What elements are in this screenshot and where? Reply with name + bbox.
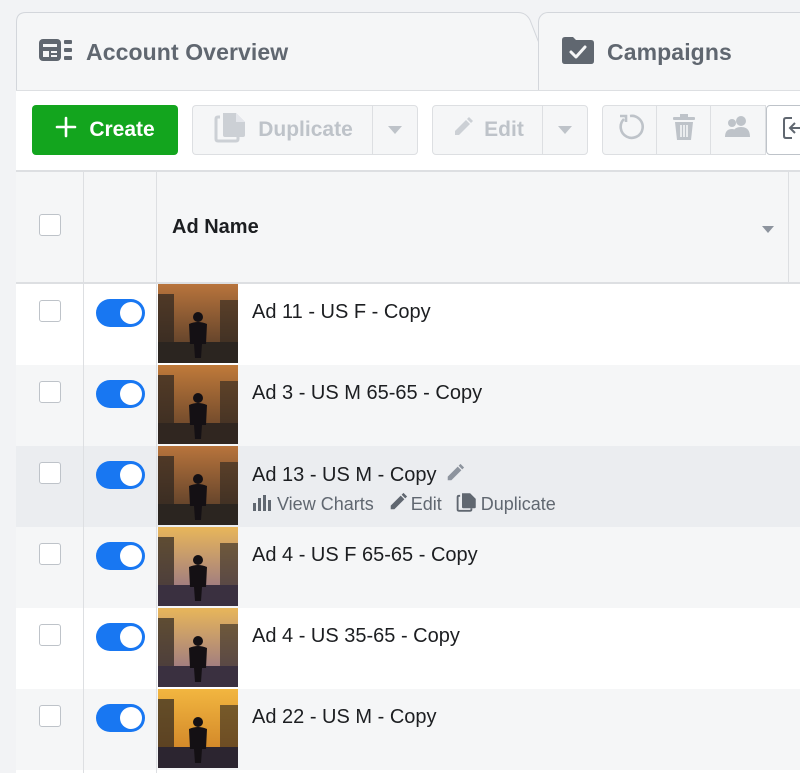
pencil-icon: [388, 492, 408, 517]
table-row[interactable]: Ad 13 - US M - Copy View Charts Edit Duplic…: [16, 446, 800, 527]
row-checkbox[interactable]: [39, 624, 61, 646]
pencil-icon: [452, 116, 474, 144]
ad-status-toggle[interactable]: [96, 461, 145, 489]
row-checkbox[interactable]: [39, 543, 61, 565]
ad-status-toggle[interactable]: [96, 299, 145, 327]
column-header-ad-name[interactable]: Ad Name: [172, 216, 259, 239]
view-charts-link[interactable]: View Charts: [252, 493, 374, 516]
ads-table: Ad Name Ad 11 - US F - Copy Ad 3 - US M 6…: [16, 170, 800, 773]
select-all-checkbox[interactable]: [39, 214, 61, 236]
row-edit-label: Edit: [410, 494, 442, 514]
ad-name-text: Ad 3 - US M 65-65 - Copy: [252, 382, 483, 404]
ad-name[interactable]: Ad 22 - US M - Copy: [252, 706, 437, 729]
table-row[interactable]: Ad 4 - US F 65-65 - Copy: [16, 527, 800, 608]
tab-label: Account Overview: [86, 38, 289, 65]
reset-button[interactable]: [602, 105, 658, 155]
duplicate-icon: [456, 492, 478, 517]
ad-name-text: Ad 13 - US M - Copy: [252, 464, 437, 486]
row-actions: View Charts Edit Duplicate: [252, 492, 570, 517]
table-row[interactable]: Ad 22 - US M - Copy: [16, 689, 800, 770]
table-header: Ad Name: [16, 172, 800, 284]
row-checkbox[interactable]: [39, 381, 61, 403]
ad-name[interactable]: Ad 3 - US M 65-65 - Copy: [252, 382, 482, 405]
row-checkbox[interactable]: [39, 705, 61, 727]
ad-name[interactable]: Ad 4 - US F 65-65 - Copy: [252, 544, 478, 567]
edit-dropdown-button[interactable]: [542, 105, 588, 155]
create-label: Create: [89, 118, 155, 141]
rename-pencil-icon[interactable]: [445, 463, 465, 489]
chevron-down-icon: [386, 118, 404, 142]
plus-icon: [55, 116, 77, 144]
ad-thumbnail[interactable]: [158, 608, 238, 687]
ad-name[interactable]: Ad 4 - US 35-65 - Copy: [252, 625, 460, 648]
ad-thumbnail[interactable]: [158, 365, 238, 444]
table-row[interactable]: Ad 11 - US F - Copy: [16, 284, 800, 365]
row-duplicate-link[interactable]: Duplicate: [456, 492, 556, 517]
tab-campaigns[interactable]: Campaigns: [538, 12, 800, 92]
audience-button[interactable]: [710, 105, 766, 155]
column-divider: [788, 172, 789, 282]
duplicate-label: Duplicate: [258, 118, 353, 141]
ad-name[interactable]: Ad 13 - US M - Copy: [252, 463, 465, 489]
ad-status-toggle[interactable]: [96, 704, 145, 732]
tab-account-overview[interactable]: Account Overview: [16, 12, 559, 92]
ad-status-toggle[interactable]: [96, 623, 145, 651]
tab-label: Campaigns: [607, 39, 732, 65]
ad-status-toggle[interactable]: [96, 380, 145, 408]
create-button[interactable]: Create: [32, 105, 178, 155]
row-checkbox[interactable]: [39, 462, 61, 484]
ad-name-text: Ad 4 - US 35-65 - Copy: [252, 625, 460, 647]
row-checkbox[interactable]: [39, 300, 61, 322]
row-edit-link[interactable]: Edit: [388, 492, 442, 517]
account-overview-icon: [38, 37, 74, 68]
export-icon: [782, 114, 800, 146]
column-divider: [83, 172, 84, 773]
row-duplicate-label: Duplicate: [480, 494, 556, 514]
toolbar: Create Duplicate Edit: [16, 90, 800, 171]
trash-icon: [671, 113, 697, 147]
chevron-down-icon: [556, 118, 574, 142]
ad-name-text: Ad 22 - US M - Copy: [252, 706, 437, 728]
duplicate-button[interactable]: Duplicate: [192, 105, 374, 155]
ad-thumbnail[interactable]: [158, 446, 238, 525]
ad-thumbnail[interactable]: [158, 689, 238, 768]
people-icon: [723, 113, 753, 147]
sort-arrow-icon[interactable]: [762, 226, 774, 233]
ad-name-text: Ad 11 - US F - Copy: [252, 301, 431, 323]
campaigns-folder-icon: [561, 35, 595, 70]
ad-name[interactable]: Ad 11 - US F - Copy: [252, 301, 431, 324]
refresh-icon: [616, 113, 644, 147]
delete-button[interactable]: [656, 105, 712, 155]
ad-thumbnail[interactable]: [158, 284, 238, 363]
tab-bar: Account Overview Campaigns: [0, 0, 800, 92]
bar-chart-icon: [252, 493, 274, 516]
view-charts-label: View Charts: [277, 494, 374, 514]
edit-label: Edit: [484, 118, 524, 141]
duplicate-dropdown-button[interactable]: [372, 105, 418, 155]
table-row[interactable]: Ad 4 - US 35-65 - Copy: [16, 608, 800, 689]
edit-button[interactable]: Edit: [432, 105, 544, 155]
table-row[interactable]: Ad 3 - US M 65-65 - Copy: [16, 365, 800, 446]
export-button[interactable]: [766, 105, 800, 155]
column-divider: [156, 172, 157, 773]
duplicate-icon: [214, 111, 248, 149]
ad-name-text: Ad 4 - US F 65-65 - Copy: [252, 544, 478, 566]
ad-thumbnail[interactable]: [158, 527, 238, 606]
ad-status-toggle[interactable]: [96, 542, 145, 570]
